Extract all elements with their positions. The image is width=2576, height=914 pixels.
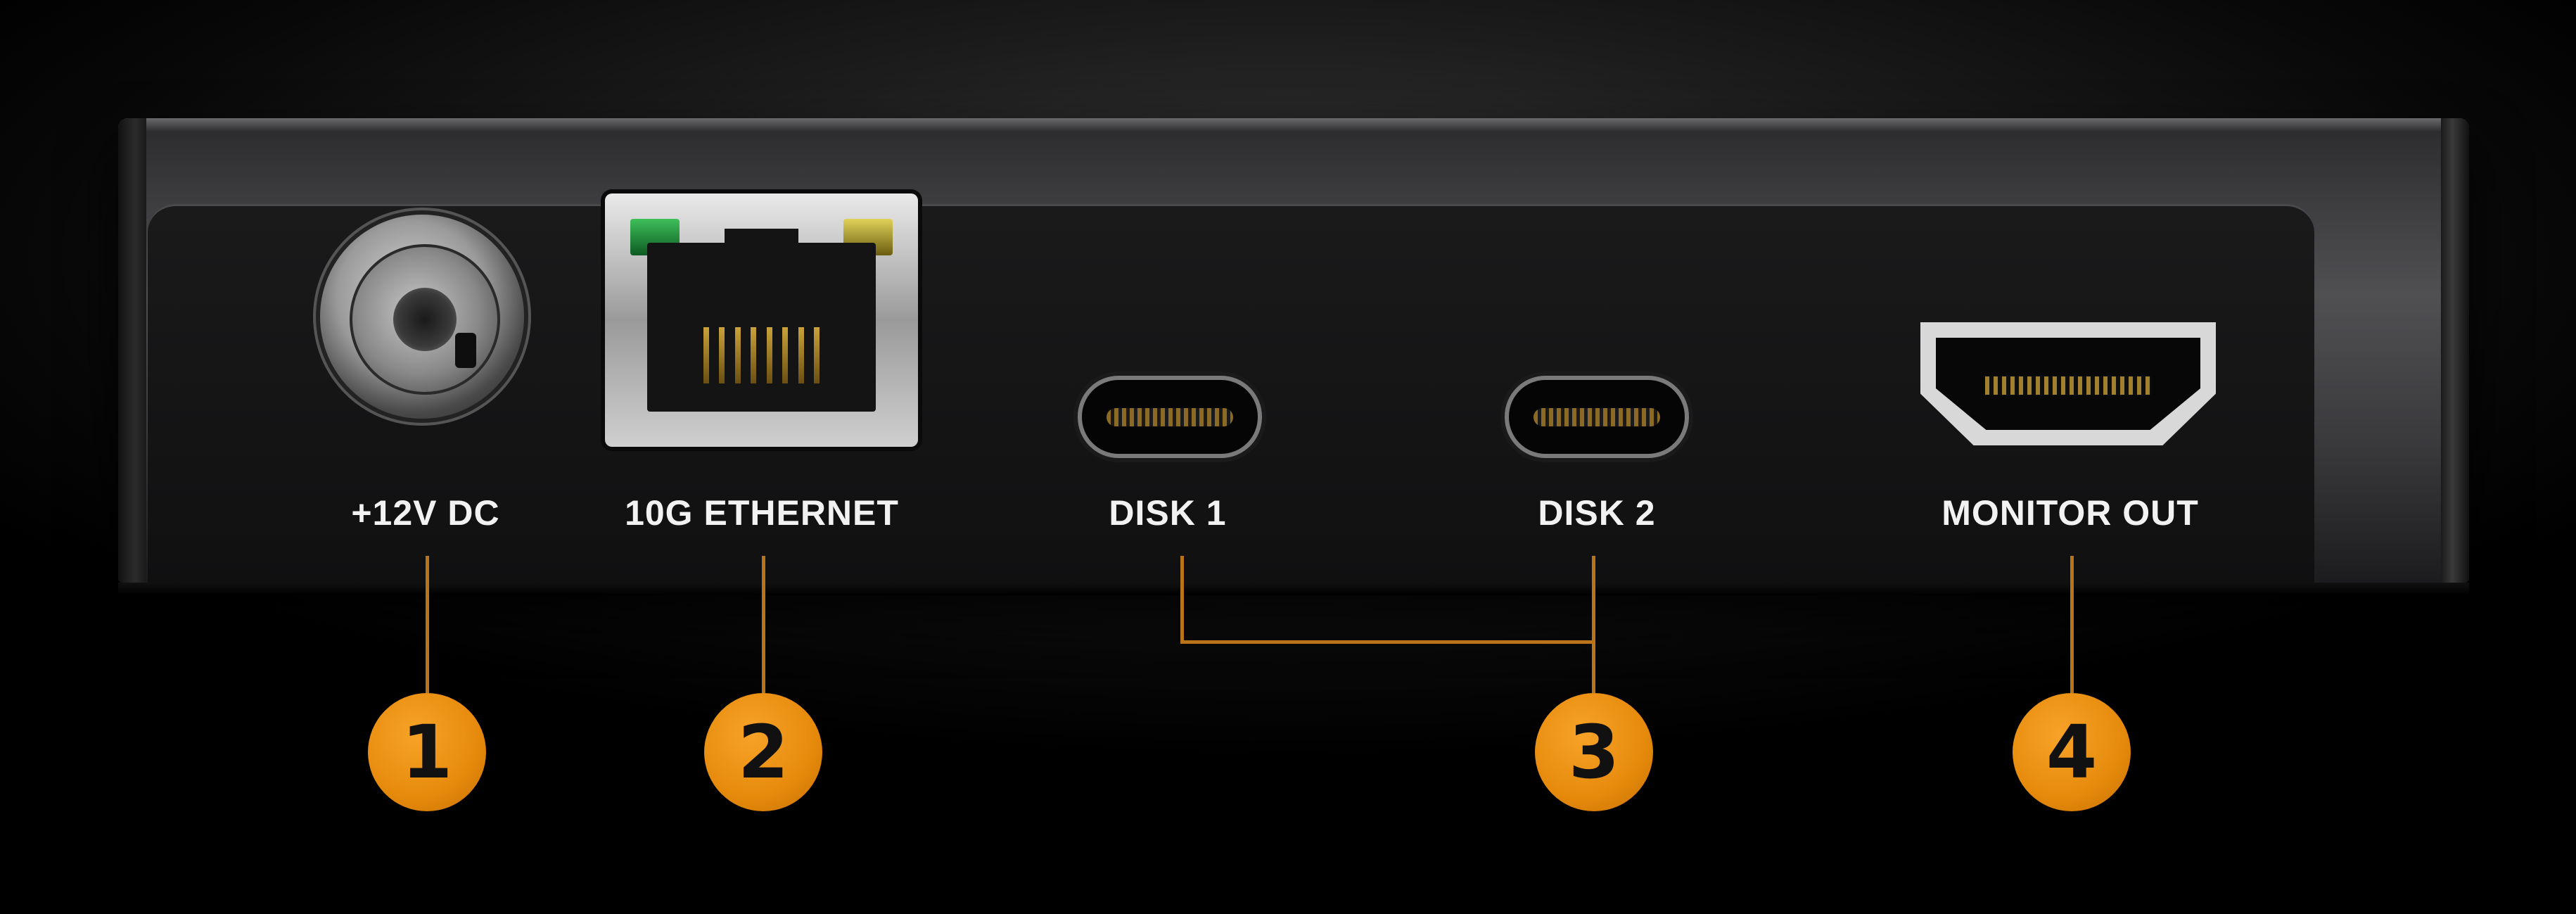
power-jack-pin	[455, 333, 476, 368]
usb-c-tongue	[1107, 408, 1233, 426]
hdmi-socket	[1936, 338, 2200, 430]
callout-2: 2	[704, 693, 822, 811]
device-base	[118, 583, 2469, 595]
monitor-out-label: MONITOR OUT	[1941, 493, 2199, 533]
ethernet-label: 10G ETHERNET	[625, 493, 899, 533]
callout-1: 1	[368, 693, 486, 811]
power-label: +12V DC	[351, 493, 500, 533]
disk-2-label: DISK 2	[1538, 493, 1656, 533]
usb-c-port-disk-1	[1082, 380, 1258, 454]
leader-line-3-connector	[1180, 640, 1595, 644]
leader-line-3a	[1180, 556, 1184, 644]
ethernet-socket	[647, 229, 876, 412]
leader-line-1	[426, 556, 429, 693]
power-jack-core	[393, 288, 476, 368]
leader-line-4	[2070, 556, 2074, 693]
power-jack-ring	[350, 244, 500, 395]
disk-1-label: DISK 1	[1109, 493, 1227, 533]
leader-line-3b	[1592, 556, 1595, 693]
device-right-edge	[2441, 118, 2469, 583]
ethernet-contacts	[703, 327, 820, 383]
callout-3: 3	[1535, 693, 1653, 811]
callout-4: 4	[2013, 693, 2131, 811]
ethernet-port	[605, 193, 918, 447]
usb-c-tongue	[1534, 408, 1660, 426]
hdmi-pins	[1985, 376, 2151, 395]
hdmi-monitor-out-port	[1920, 322, 2216, 445]
device-top-edge	[118, 118, 2469, 132]
power-jack-port	[320, 215, 524, 419]
usb-c-port-disk-2	[1509, 380, 1685, 454]
leader-line-2	[762, 556, 765, 693]
device-left-edge	[118, 118, 146, 583]
ethernet-latch-slot	[725, 229, 798, 257]
